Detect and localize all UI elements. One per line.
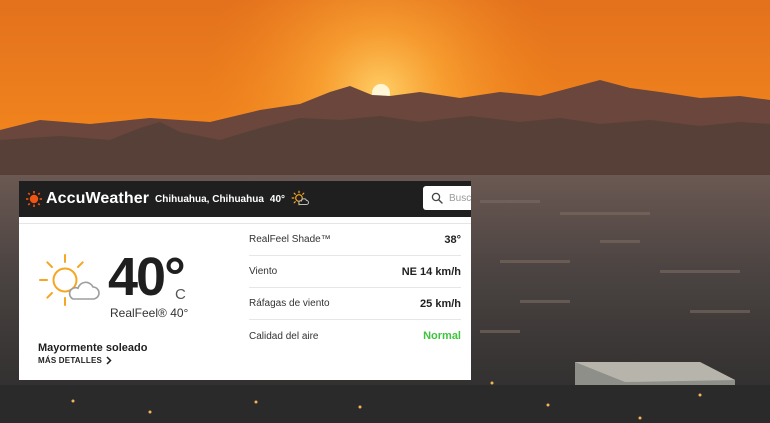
mostly-sunny-small-icon bbox=[291, 190, 309, 206]
detail-row-wind: Viento NE 14 km/h bbox=[249, 256, 461, 288]
detail-label: Ráfagas de viento bbox=[249, 298, 330, 309]
detail-row-wind-gusts: Ráfagas de viento 25 km/h bbox=[249, 288, 461, 320]
search-input[interactable]: Busc bbox=[449, 193, 471, 204]
weather-details: RealFeel Shade™ 38° Viento NE 14 km/h Rá… bbox=[249, 224, 461, 352]
top-bar: AccuWeather Chihuahua, Chihuahua 40° Bus… bbox=[19, 181, 471, 217]
current-weather-card[interactable]: 40° C RealFeel® 40° Mayormente soleado M… bbox=[19, 217, 471, 380]
current-temperature: 40° bbox=[108, 247, 186, 307]
detail-label: Viento bbox=[249, 266, 278, 277]
search-icon bbox=[431, 192, 443, 204]
detail-value: NE 14 km/h bbox=[401, 265, 461, 278]
location-temp: 40° bbox=[269, 193, 286, 205]
weather-widget: AccuWeather Chihuahua, Chihuahua 40° Bus… bbox=[19, 181, 471, 380]
more-details-label: MÁS DETALLES bbox=[38, 356, 103, 365]
mostly-sunny-icon bbox=[39, 254, 100, 306]
location-name: Chihuahua, Chihuahua bbox=[155, 193, 264, 205]
detail-value: 38° bbox=[444, 233, 461, 246]
realfeel-value: RealFeel® 40° bbox=[110, 306, 189, 320]
temperature-unit: C bbox=[175, 286, 186, 303]
detail-label: RealFeel Shade™ bbox=[249, 234, 331, 245]
weather-condition: Mayormente soleado bbox=[38, 342, 148, 354]
detail-value: 25 km/h bbox=[420, 297, 461, 310]
location-summary[interactable]: Chihuahua, Chihuahua 40° bbox=[155, 190, 309, 208]
search-box[interactable]: Busc bbox=[423, 186, 471, 210]
brand-name: AccuWeather bbox=[46, 190, 150, 207]
air-quality-status: Normal bbox=[423, 330, 461, 342]
detail-label: Calidad del aire bbox=[249, 330, 319, 342]
sun-logo-icon bbox=[26, 191, 42, 207]
chevron-right-icon bbox=[106, 356, 112, 365]
more-details-link[interactable]: MÁS DETALLES bbox=[38, 356, 112, 365]
detail-row-realfeel-shade: RealFeel Shade™ 38° bbox=[249, 224, 461, 256]
detail-row-air-quality: Calidad del aire Normal bbox=[249, 320, 461, 352]
brand-logo[interactable]: AccuWeather bbox=[26, 190, 149, 208]
